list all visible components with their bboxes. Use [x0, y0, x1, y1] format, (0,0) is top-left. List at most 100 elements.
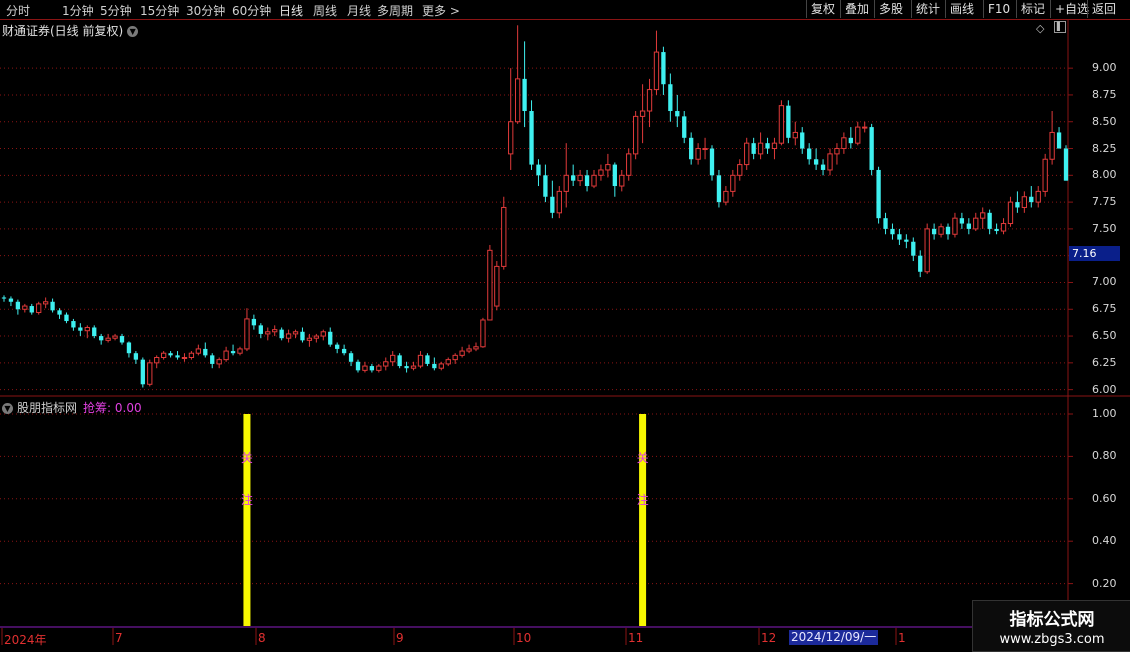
- price-tick-label: 6.25: [1092, 355, 1117, 369]
- indicator-name: 股朋指标网: [17, 401, 78, 415]
- candle-body: [244, 318, 250, 350]
- candle-body: [938, 226, 944, 235]
- candle-body: [632, 115, 639, 155]
- candle-body: [702, 148, 708, 151]
- candle: [619, 169, 625, 192]
- indicator-title[interactable]: ▼ 股朋指标网 抢筹: 0.00: [2, 399, 142, 416]
- candle: [577, 169, 583, 187]
- indicator-tick-label: 0.20: [1092, 576, 1117, 590]
- candle: [924, 223, 930, 274]
- candle: [987, 209, 992, 235]
- candle: [723, 186, 729, 206]
- candle-body: [473, 346, 479, 350]
- candle: [64, 312, 69, 324]
- candle: [689, 132, 694, 165]
- candle: [813, 148, 819, 170]
- candle-body: [99, 336, 104, 341]
- price-tick-label: 7.50: [1092, 221, 1117, 235]
- candle: [632, 111, 639, 160]
- candle: [285, 329, 292, 343]
- candle: [730, 169, 736, 197]
- candle-body: [848, 137, 853, 144]
- candle-body: [272, 329, 278, 333]
- candle: [605, 153, 611, 178]
- candle: [848, 127, 853, 149]
- candle: [543, 164, 548, 203]
- candle-body: [335, 344, 340, 349]
- candle-body: [328, 331, 333, 345]
- chevron-down-icon[interactable]: ▼: [2, 403, 13, 414]
- date-axis-label: 9: [396, 631, 404, 645]
- candle: [1063, 145, 1069, 181]
- candle: [341, 344, 347, 356]
- price-tick-label: 8.25: [1092, 141, 1117, 155]
- candle: [300, 327, 305, 343]
- candle: [841, 132, 847, 154]
- watermark: 指标公式网 www.zbgs3.com: [972, 600, 1130, 652]
- candle: [292, 329, 299, 339]
- candle-body: [571, 175, 576, 181]
- candle-body: [904, 239, 909, 242]
- candle: [50, 298, 55, 313]
- candle-body: [543, 175, 548, 197]
- candle-body: [258, 325, 263, 334]
- candle-body: [397, 355, 402, 367]
- candle-body: [737, 164, 743, 176]
- watermark-url: www.zbgs3.com: [999, 632, 1105, 647]
- candle-body: [355, 361, 361, 371]
- candle: [494, 261, 500, 311]
- candle: [918, 250, 923, 278]
- candle: [105, 333, 111, 343]
- candle-body: [1035, 190, 1041, 203]
- candle-body: [300, 331, 305, 341]
- candle-body: [404, 366, 409, 369]
- candle-body: [661, 52, 666, 85]
- candle: [695, 143, 701, 165]
- candle: [376, 363, 382, 373]
- date-axis-label: 10: [516, 631, 532, 645]
- indicator-label: 抢筹:: [83, 401, 112, 415]
- candle: [42, 297, 49, 309]
- kline-chart[interactable]: 关注 关注: [0, 0, 1130, 650]
- candle-body: [653, 51, 660, 91]
- signal-marker-text: 关: [241, 451, 253, 465]
- candle: [71, 318, 76, 331]
- candle: [258, 323, 263, 339]
- candle-body: [126, 342, 132, 354]
- price-tick-label: 7.00: [1092, 275, 1117, 289]
- candle-body: [133, 353, 139, 360]
- candle: [306, 333, 313, 347]
- candle: [778, 100, 785, 146]
- candle-body: [563, 174, 569, 192]
- candle: [348, 351, 354, 367]
- candle: [160, 351, 167, 360]
- candle: [188, 351, 195, 360]
- candle-body: [771, 142, 778, 150]
- candle-body: [792, 131, 798, 139]
- candle-body: [841, 137, 847, 150]
- candle: [251, 314, 257, 330]
- candle: [771, 137, 778, 160]
- candle: [390, 351, 396, 367]
- candle-body: [709, 148, 715, 176]
- price-tick-label: 7.75: [1092, 195, 1117, 209]
- candle-body: [1015, 202, 1020, 208]
- candle: [417, 351, 424, 369]
- candle: [355, 359, 361, 373]
- candle: [452, 353, 458, 364]
- candle-body: [536, 164, 541, 176]
- candle: [383, 357, 389, 371]
- candle: [126, 341, 132, 358]
- candle-body: [265, 331, 271, 335]
- candle: [147, 359, 153, 387]
- candle: [140, 357, 145, 388]
- candle: [432, 357, 437, 371]
- candle: [682, 111, 687, 144]
- candle-body: [119, 336, 125, 343]
- candle: [1042, 153, 1048, 197]
- price-tick-label: 8.00: [1092, 168, 1117, 182]
- candle-body: [619, 174, 625, 187]
- candle-body: [897, 234, 902, 240]
- date-axis-label: 8: [258, 631, 266, 645]
- candle: [702, 137, 708, 160]
